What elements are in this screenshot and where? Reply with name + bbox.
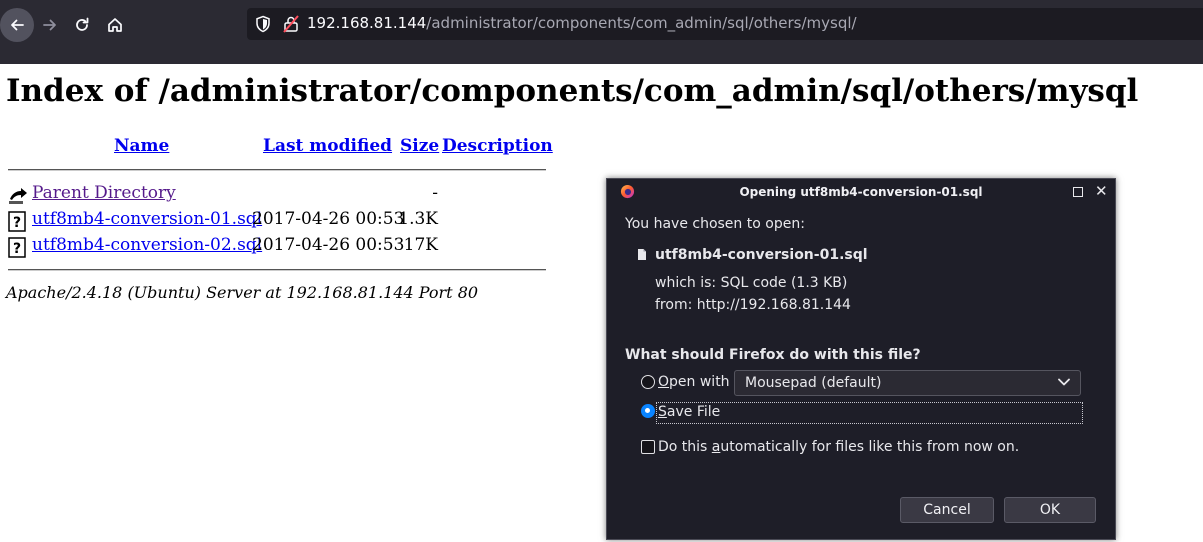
open-with-text: pen with xyxy=(669,374,730,390)
shield-icon[interactable] xyxy=(255,15,271,33)
insecure-lock-icon[interactable] xyxy=(283,15,299,33)
auto-label-prefix: Do this xyxy=(658,439,712,455)
list-item: Parent Directory - xyxy=(6,183,548,207)
url-text[interactable]: 192.168.81.144/administrator/components/… xyxy=(307,14,857,32)
back-folder-icon xyxy=(9,188,27,204)
auto-label[interactable]: Do this automatically for files like thi… xyxy=(658,439,1019,455)
home-icon xyxy=(108,18,122,32)
file-size: 1.3K xyxy=(398,209,438,229)
file-icon xyxy=(638,249,646,260)
chosen-label: You have chosen to open: xyxy=(625,216,805,232)
file-type: which is: SQL code (1.3 KB) xyxy=(655,275,848,291)
parent-directory-link[interactable]: Parent Directory xyxy=(32,183,176,203)
page-title: Index of /administrator/components/com_a… xyxy=(6,73,1139,109)
auto-checkbox[interactable] xyxy=(641,440,655,454)
file-modified: 2017-04-26 00:53 xyxy=(252,235,405,255)
reload-button[interactable] xyxy=(65,8,99,42)
save-file-accesskey: S xyxy=(658,404,667,420)
close-icon[interactable]: ✕ xyxy=(1095,182,1108,200)
cancel-button[interactable]: Cancel xyxy=(900,497,994,523)
list-item: ? utf8mb4-conversion-02.sql 2017-04-26 0… xyxy=(6,235,548,259)
open-with-accesskey: O xyxy=(658,374,670,390)
action-question: What should Firefox do with this file? xyxy=(625,347,921,363)
download-dialog: Opening utf8mb4-conversion-01.sql ✕ You … xyxy=(606,178,1116,540)
dialog-title: Opening utf8mb4-conversion-01.sql xyxy=(739,185,983,199)
svg-text:?: ? xyxy=(13,241,21,257)
file-size: - xyxy=(432,183,438,203)
divider xyxy=(8,169,546,171)
save-file-label[interactable]: Save File xyxy=(658,404,720,420)
file-link[interactable]: utf8mb4-conversion-02.sql xyxy=(32,235,262,255)
forward-arrow-icon xyxy=(43,19,56,31)
save-file-text: ave File xyxy=(666,404,721,420)
auto-label-rest: utomatically for files like this from no… xyxy=(720,439,1020,455)
maximize-icon[interactable] xyxy=(1073,187,1083,197)
column-name-header[interactable]: Name xyxy=(114,136,169,156)
list-item: ? utf8mb4-conversion-01.sql 2017-04-26 0… xyxy=(6,209,548,233)
browser-toolbar: 192.168.81.144/administrator/components/… xyxy=(0,0,1203,64)
column-description-header[interactable]: Description xyxy=(442,136,553,156)
url-path: /administrator/components/com_admin/sql/… xyxy=(426,14,857,32)
file-name: utf8mb4-conversion-01.sql xyxy=(655,247,868,263)
divider xyxy=(8,269,546,271)
open-with-radio[interactable] xyxy=(641,375,655,389)
file-size: 17K xyxy=(403,235,438,255)
column-size-header[interactable]: Size xyxy=(400,136,439,156)
file-link[interactable]: utf8mb4-conversion-01.sql xyxy=(32,209,262,229)
column-modified-header[interactable]: Last modified xyxy=(263,136,392,156)
url-host: 192.168.81.144 xyxy=(307,14,427,32)
open-with-label[interactable]: Open with xyxy=(658,374,730,390)
save-file-radio[interactable] xyxy=(641,404,655,418)
address-bar[interactable]: 192.168.81.144/administrator/components/… xyxy=(247,8,1203,40)
home-button[interactable] xyxy=(98,8,132,42)
forward-button[interactable] xyxy=(33,8,67,42)
file-modified: 2017-04-26 00:53 xyxy=(252,209,405,229)
open-with-app: Mousepad (default) xyxy=(745,375,882,391)
file-source: from: http://192.168.81.144 xyxy=(655,297,851,313)
ok-button[interactable]: OK xyxy=(1004,497,1096,523)
reload-icon xyxy=(76,17,89,31)
file-unknown-icon: ? xyxy=(8,237,26,258)
svg-text:?: ? xyxy=(13,215,21,231)
chevron-down-icon xyxy=(1058,378,1070,386)
file-unknown-icon: ? xyxy=(8,211,26,232)
back-button[interactable] xyxy=(0,8,34,42)
dialog-titlebar[interactable]: Opening utf8mb4-conversion-01.sql ✕ xyxy=(607,179,1115,205)
back-arrow-icon xyxy=(11,19,24,31)
server-signature: Apache/2.4.18 (Ubuntu) Server at 192.168… xyxy=(6,283,479,302)
open-with-select[interactable]: Mousepad (default) xyxy=(734,370,1081,396)
